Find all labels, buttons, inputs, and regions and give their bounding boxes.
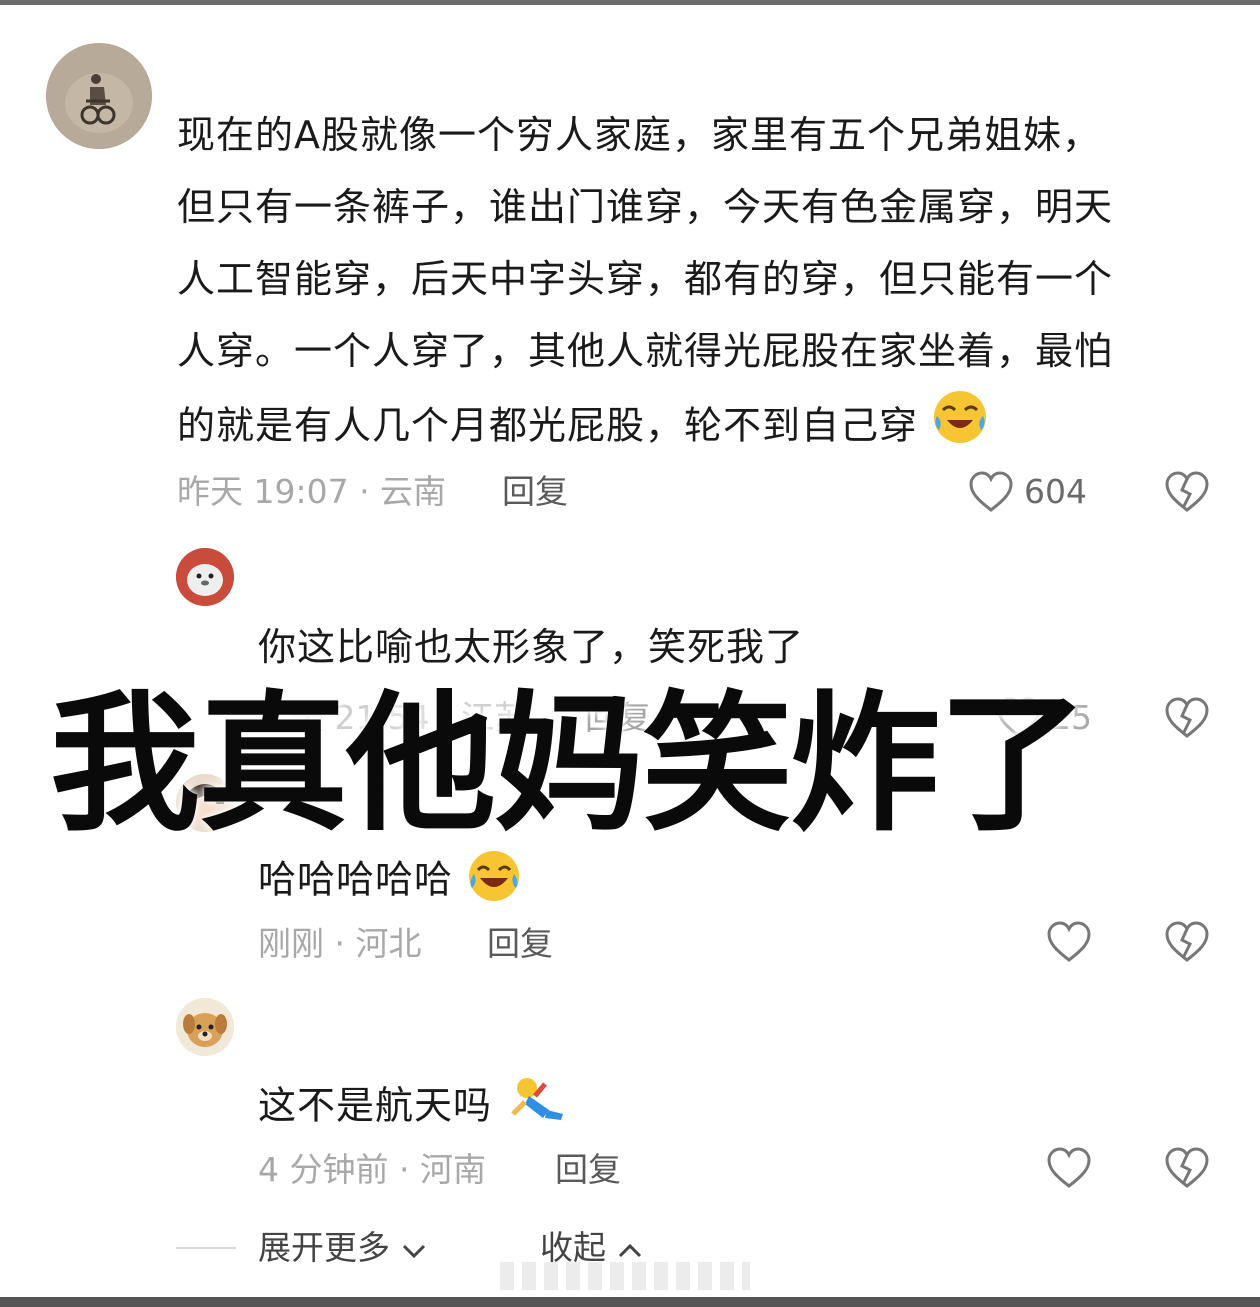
chevron-down-icon [401,1228,427,1272]
reply-text-row: 哈哈哈哈哈 [258,848,522,916]
like-count: 604 [1024,472,1087,511]
comment-text-line-last: 的就是有人几个月都光屁股，轮不到自己穿 [177,388,989,468]
crying-laughing-emoji [931,388,989,468]
top-border [0,0,1260,5]
comment-meta: 4 分钟前 · 河南 [258,1150,486,1189]
reply-button[interactable]: 回复 [555,1148,621,1192]
reply-text-row: 这不是航天吗 [258,1074,571,1142]
broken-heart-icon[interactable] [1164,920,1210,964]
falling-figure-emoji [505,1074,571,1142]
comment-text: 的就是有人几个月都光屁股，轮不到自己穿 [177,403,919,448]
broken-heart-icon[interactable] [1164,1146,1210,1190]
divider [176,1247,236,1249]
comment-meta: 刚刚 · 河北 [258,924,422,963]
avatar[interactable] [46,43,152,149]
comment-text-line: 人工智能穿，后天中字头穿，都有的穿，但只能有一个 [177,257,1114,301]
avatar[interactable] [176,998,234,1056]
reply-button[interactable]: 回复 [487,922,553,966]
broken-heart-icon[interactable] [1164,470,1210,514]
reply-button[interactable]: 回复 [502,470,568,514]
reply-text: 你这比喻也太形象了，笑死我了 [258,625,805,669]
comment-meta: 昨天 19:07 · 云南 [177,472,447,511]
reply-text: 哈哈哈哈哈 [258,857,454,902]
overlay-caption: 我真他妈笑炸了 [50,678,1088,852]
heart-icon[interactable] [968,470,1014,514]
bottom-border [0,1297,1260,1307]
tears-of-joy-emoji [466,848,522,916]
watermark [500,1262,750,1290]
reply-text: 这不是航天吗 [258,1083,493,1128]
heart-icon[interactable] [1046,920,1092,964]
expand-more-label: 展开更多 [258,1228,390,1267]
comment-text-line: 人穿。一个人穿了，其他人就得光屁股在家坐着，最怕 [177,329,1114,373]
comment-text-line: 但只有一条裤子，谁出门谁穿，今天有色金属穿，明天 [177,185,1114,229]
avatar[interactable] [176,548,234,606]
comment-text-line: 现在的A股就像一个穷人家庭，家里有五个兄弟姐妹， [177,113,1101,157]
heart-icon[interactable] [1046,1146,1092,1190]
expand-more-button[interactable]: 展开更多 [258,1226,427,1272]
